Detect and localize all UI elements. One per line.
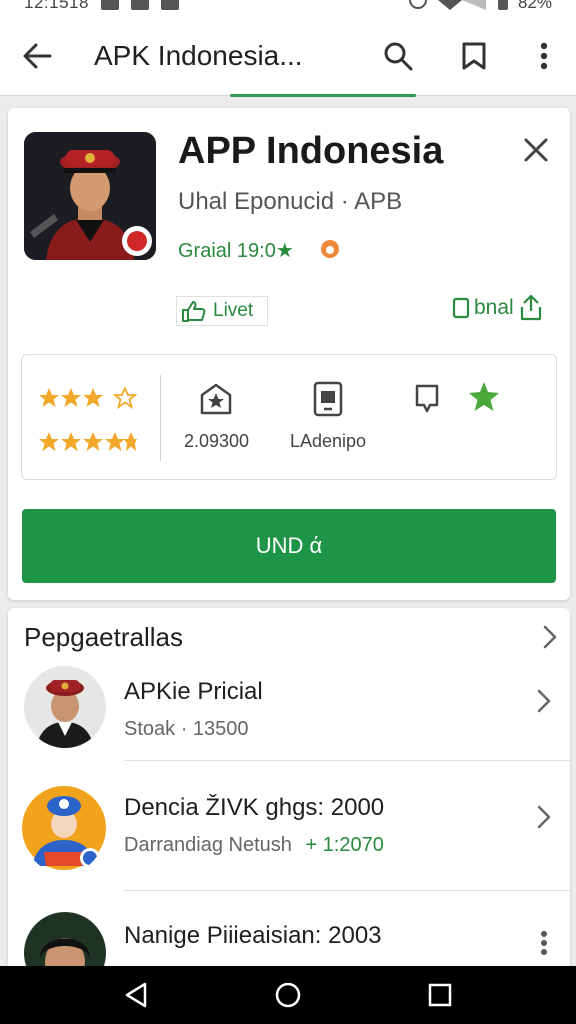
related-apps-card: Pepgaetrallas APKie Pricial Stoak · 1350	[8, 608, 570, 1024]
app-icon	[24, 132, 156, 260]
item-title: Dencia ŽIVK ghgs: 2000	[124, 794, 385, 821]
stats-box: 2.09300 LAdenipo	[21, 354, 557, 480]
nav-back-button[interactable]	[106, 966, 166, 1024]
nav-recents-button[interactable]	[410, 966, 470, 1024]
more-vert-icon	[540, 42, 548, 69]
arrow-left-icon	[23, 43, 52, 68]
related-header-title: Pepgaetrallas	[24, 621, 183, 652]
flame-icon	[321, 240, 339, 258]
app-notification-icon	[160, 0, 179, 10]
status-time: 12:1518	[24, 0, 89, 12]
bookmark-button[interactable]	[436, 16, 512, 96]
page-title: APK Indonesia...	[94, 39, 303, 71]
stats-divider	[160, 375, 161, 461]
item-title: APKie Pricial	[124, 678, 263, 705]
related-header[interactable]: Pepgaetrallas	[8, 608, 570, 666]
app-name: APP Indonesia	[178, 130, 444, 172]
circle-home-icon	[275, 982, 301, 1008]
sync-icon	[130, 0, 149, 10]
star-rating-icon	[39, 387, 138, 409]
alarm-icon	[408, 0, 427, 9]
more-options-button[interactable]	[512, 16, 576, 96]
close-icon	[524, 138, 548, 162]
screen: 12:1518 82% APK Indonesia... APP Indones…	[0, 0, 576, 1024]
more-vert-icon	[541, 931, 547, 955]
officer-avatar-icon	[24, 666, 106, 748]
avatar	[24, 666, 106, 748]
verified-badge-icon	[122, 226, 152, 256]
top-app-bar: APK Indonesia...	[0, 16, 576, 96]
item-subtitle-text: Darrandiag Netush	[124, 834, 292, 856]
item-subtitle: Darrandiag Netush + 1:2070	[124, 834, 384, 857]
search-icon	[384, 42, 413, 70]
status-right: 82%	[408, 0, 552, 13]
app-detail-card: APP Indonesia Uhal Eponucid · APB Graial…	[8, 108, 570, 600]
install-button[interactable]: UND ά	[22, 509, 556, 583]
star-rating-icon	[39, 432, 137, 451]
avatar	[22, 782, 106, 874]
save-button[interactable]: bnal	[452, 292, 544, 324]
square-recents-icon	[428, 983, 452, 1007]
live-button[interactable]: Livet	[176, 296, 268, 326]
phone-icon	[313, 381, 343, 417]
triangle-back-icon	[125, 982, 147, 1008]
stat-reviews-value: 2.09300	[184, 431, 250, 451]
more-options-button[interactable]	[532, 928, 556, 958]
search-button[interactable]	[360, 16, 436, 96]
worker-avatar-icon	[22, 786, 106, 870]
nav-home-button[interactable]	[258, 966, 318, 1024]
chat-bubble-icon	[415, 384, 439, 413]
save-label: bnal	[474, 296, 514, 319]
divider	[124, 890, 570, 891]
award-icon	[200, 383, 232, 415]
tab-indicator	[230, 94, 416, 97]
status-bar: 12:1518 82%	[0, 0, 576, 16]
close-button[interactable]	[514, 128, 558, 172]
item-subtitle: Stoak · 13500	[124, 718, 249, 740]
chevron-right-icon	[543, 625, 557, 649]
rating-stars-top	[38, 387, 138, 409]
list-item[interactable]: Dencia ŽIVK ghgs: 2000 Darrandiag Netush…	[8, 782, 570, 882]
bookmark-icon	[462, 42, 486, 69]
rectangle-icon	[452, 297, 470, 319]
live-label: Livet	[213, 300, 254, 321]
rating-stars-bottom	[38, 431, 138, 453]
item-title: Nanige Piiieaisian: 2003	[124, 922, 382, 949]
battery-percent: 82%	[517, 0, 552, 12]
chevron-right-icon	[532, 802, 556, 832]
battery-icon	[497, 0, 508, 10]
share-icon	[520, 294, 541, 321]
list-item[interactable]: APKie Pricial Stoak · 13500	[8, 666, 570, 766]
app-price-label: Graial 19:0★	[178, 240, 294, 262]
stat-category-value: LAdenipo	[290, 431, 367, 451]
signal-icon	[437, 0, 486, 10]
divider	[124, 760, 570, 761]
item-subtitle-extra: + 1:2070	[305, 834, 384, 856]
system-navigation-bar	[0, 966, 576, 1024]
status-left: 12:1518	[24, 0, 179, 13]
thumbs-up-icon	[182, 301, 206, 322]
green-star-icon	[469, 382, 499, 411]
app-developer: Uhal Eponucid · APB	[178, 188, 403, 215]
back-button[interactable]	[0, 16, 74, 96]
chevron-right-icon	[532, 686, 556, 716]
notification-icon	[100, 0, 119, 10]
